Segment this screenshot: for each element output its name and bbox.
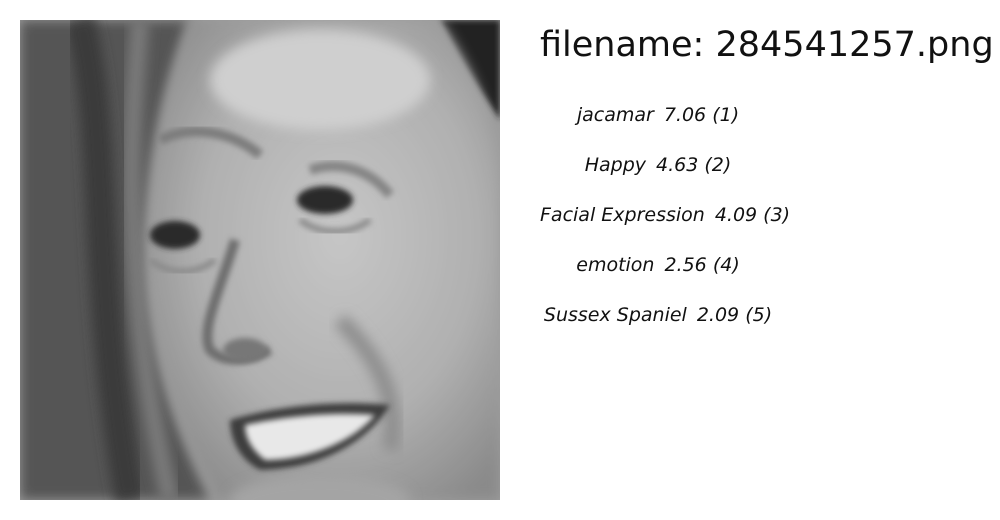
prediction-score: 2.09 <box>696 304 740 326</box>
prediction-label: Happy <box>584 154 646 176</box>
prediction-list: jacamar 7.06 (1) Happy 4.63 (2) Facial Exp… <box>540 100 790 350</box>
prediction-label: jacamar <box>576 104 654 126</box>
filename-label: filename: <box>540 25 705 65</box>
prediction-item: Happy 4.63 (2) <box>540 150 776 200</box>
face-illustration <box>20 20 500 500</box>
prediction-score: 4.09 <box>714 204 758 226</box>
prediction-rank: (5) <box>745 304 773 326</box>
prediction-rank: (3) <box>763 204 791 226</box>
prediction-score: 7.06 <box>663 104 707 126</box>
prediction-item: jacamar 7.06 (1) <box>540 100 776 150</box>
prediction-score: 4.63 <box>656 154 699 176</box>
prediction-item: emotion 2.56 (4) <box>540 250 776 300</box>
prediction-rank: (1) <box>712 104 740 126</box>
prediction-label: emotion <box>576 254 655 276</box>
filename-value: 284541257.png <box>715 25 994 65</box>
prediction-rank: (2) <box>704 154 732 176</box>
prediction-rank: (4) <box>712 254 740 276</box>
prediction-score: 2.56 <box>664 254 707 276</box>
prediction-label: Sussex Spaniel <box>543 304 687 326</box>
prediction-label: Facial Expression <box>540 204 705 226</box>
filename-title: filename: 284541257.png <box>540 22 994 68</box>
prediction-item: Facial Expression 4.09 (3) <box>540 200 790 250</box>
prediction-item: Sussex Spaniel 2.09 (5) <box>540 300 776 350</box>
face-photo <box>20 20 500 500</box>
